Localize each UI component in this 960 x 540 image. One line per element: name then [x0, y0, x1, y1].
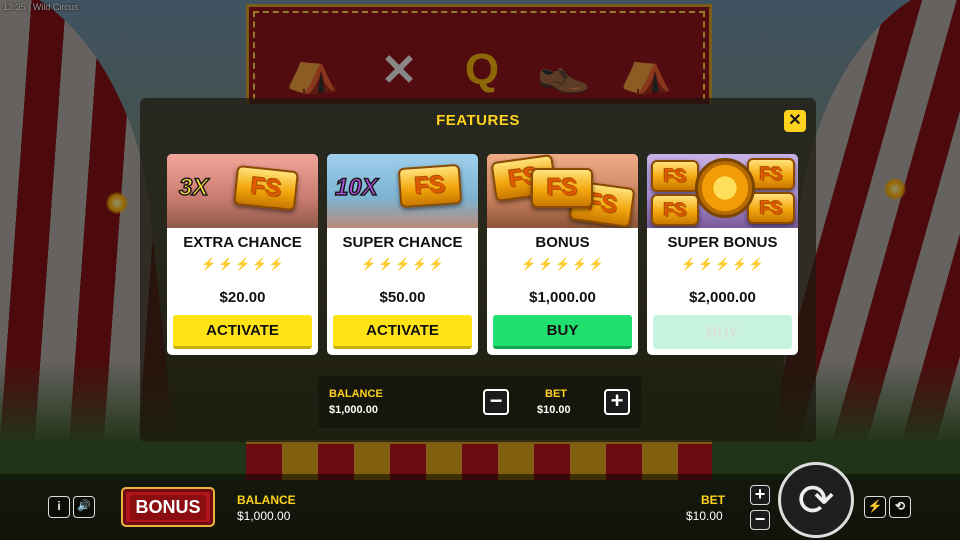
card-artwork: FS 3X: [167, 154, 318, 228]
multiplier-label: 10X: [334, 173, 378, 202]
free-spins-coin-icon: FS: [651, 194, 699, 226]
lightning-bolt-icon: ⚡: [218, 257, 234, 271]
lightning-bolt-icon: ⚡: [428, 257, 444, 271]
autoplay-icon[interactable]: ⟲: [889, 496, 911, 518]
card-title: SUPER BONUS: [667, 234, 778, 251]
card-artwork: FS 10X: [327, 154, 478, 228]
spin-arrows-icon: ⟳: [797, 475, 835, 525]
balance-label: BALANCE: [237, 493, 296, 507]
lightning-bolt-icon: ⚡: [698, 257, 714, 271]
modal-bet-panel: BALANCE $1,000.00 − BET $10.00 +: [318, 376, 641, 428]
free-spins-coin-icon: FS: [651, 160, 699, 192]
bonus-button-label: BONUS: [130, 494, 206, 520]
bet-label: BET: [701, 493, 725, 507]
feature-card-super-bonus: FS FS FS FS SUPER BONUS ⚡ ⚡ ⚡ ⚡ ⚡ $2,000…: [647, 154, 798, 355]
feature-card-extra-chance: FS 3X EXTRA CHANCE ⚡ ⚡ ⚡ ⚡ ⚡ $20.00 ACTI…: [167, 154, 318, 355]
feature-cards: FS 3X EXTRA CHANCE ⚡ ⚡ ⚡ ⚡ ⚡ $20.00 ACTI…: [167, 154, 798, 355]
bet-increase-button[interactable]: +: [604, 389, 630, 415]
lightning-bolt-icon: ⚡: [555, 257, 570, 271]
card-artwork: FS FS FS: [487, 154, 638, 228]
lightning-bolt-icon: ⚡: [201, 257, 217, 271]
multiplier-label: 3X: [178, 173, 209, 202]
card-title: SUPER CHANCE: [342, 234, 463, 251]
card-title: BONUS: [535, 234, 590, 251]
modal-title: FEATURES: [436, 112, 520, 129]
feature-card-bonus: FS FS FS BONUS ⚡ ⚡ ⚡ ⚡ ⚡ $1,000.00 BUY: [487, 154, 638, 355]
bet-decrease-button[interactable]: −: [750, 510, 770, 530]
volatility-rating: ⚡ ⚡ ⚡ ⚡ ⚡: [647, 257, 798, 271]
feature-card-super-chance: FS 10X SUPER CHANCE ⚡ ⚡ ⚡ ⚡ ⚡ $50.00 ACT…: [327, 154, 478, 355]
lightning-bolt-icon: ⚡: [681, 257, 697, 271]
card-price: $20.00: [219, 289, 266, 306]
balance-label: BALANCE: [329, 388, 383, 400]
card-title: EXTRA CHANCE: [183, 234, 302, 251]
buy-super-bonus-button[interactable]: BUY: [653, 315, 792, 349]
balance-value: $1,000.00: [237, 509, 291, 523]
lightning-bolt-icon: ⚡: [571, 257, 587, 271]
turbo-lightning-icon[interactable]: ⚡: [864, 496, 886, 518]
card-price: $2,000.00: [689, 289, 756, 306]
lightning-bolt-icon: ⚡: [235, 257, 250, 271]
card-price: $50.00: [379, 289, 426, 306]
free-spins-coin-icon: FS: [397, 163, 463, 209]
bet-value: $10.00: [686, 509, 723, 523]
bet-increase-button[interactable]: +: [750, 485, 770, 505]
bonus-wheel-icon: [695, 158, 755, 218]
volatility-rating: ⚡ ⚡ ⚡ ⚡ ⚡: [167, 257, 318, 271]
card-artwork: FS FS FS FS: [647, 154, 798, 228]
lightning-bolt-icon: ⚡: [731, 257, 747, 271]
lightning-bolt-icon: ⚡: [748, 257, 764, 271]
activate-extra-chance-button[interactable]: ACTIVATE: [173, 315, 312, 349]
bet-label: BET: [545, 388, 567, 400]
lightning-bolt-icon: ⚡: [395, 257, 410, 271]
lightning-bolt-icon: ⚡: [411, 257, 427, 271]
activate-super-chance-button[interactable]: ACTIVATE: [333, 315, 472, 349]
card-price: $1,000.00: [529, 289, 596, 306]
features-modal: FEATURES ✕ FS 3X EXTRA CHANCE ⚡ ⚡ ⚡ ⚡ ⚡ …: [140, 98, 816, 442]
volatility-rating: ⚡ ⚡ ⚡ ⚡ ⚡: [487, 257, 638, 271]
spin-button[interactable]: ⟳: [778, 462, 854, 538]
sound-icon[interactable]: 🔊: [73, 496, 95, 518]
lightning-bolt-icon: ⚡: [521, 257, 537, 271]
free-spins-coin-icon: FS: [531, 168, 593, 208]
free-spins-coin-icon: FS: [747, 192, 795, 224]
lightning-bolt-icon: ⚡: [538, 257, 554, 271]
lightning-bolt-icon: ⚡: [361, 257, 377, 271]
lightning-bolt-icon: ⚡: [588, 257, 604, 271]
bonus-buy-button[interactable]: BONUS: [121, 487, 215, 527]
lightning-bolt-icon: ⚡: [251, 257, 267, 271]
bet-decrease-button[interactable]: −: [483, 389, 509, 415]
info-icon[interactable]: i: [48, 496, 70, 518]
free-spins-coin-icon: FS: [233, 164, 299, 212]
lightning-bolt-icon: ⚡: [715, 257, 730, 271]
buy-bonus-button[interactable]: BUY: [493, 315, 632, 349]
volatility-rating: ⚡ ⚡ ⚡ ⚡ ⚡: [327, 257, 478, 271]
lightning-bolt-icon: ⚡: [268, 257, 284, 271]
close-button[interactable]: ✕: [784, 110, 806, 132]
balance-value: $1,000.00: [329, 404, 378, 416]
bet-value: $10.00: [537, 404, 571, 416]
lightning-bolt-icon: ⚡: [378, 257, 394, 271]
